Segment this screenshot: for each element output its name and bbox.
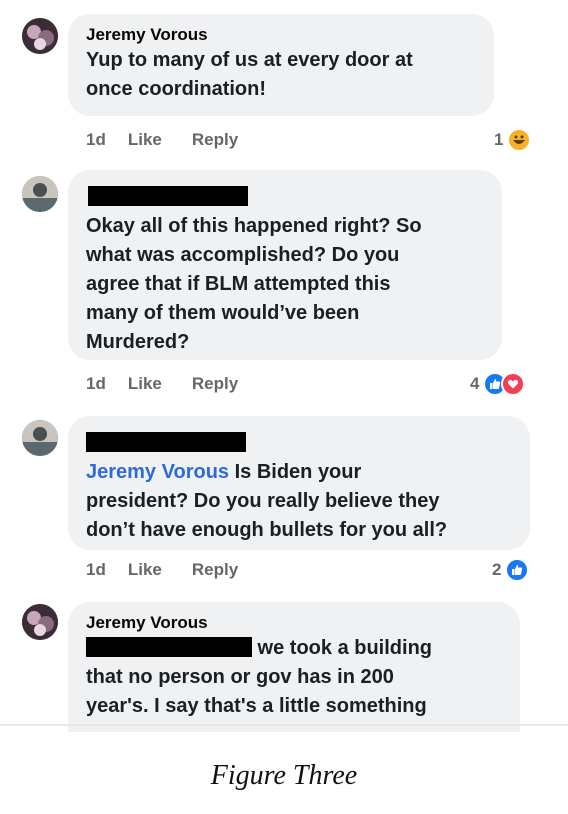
comment-text: Is Biden your bbox=[229, 461, 362, 483]
comment-text-line: that no person or gov has in 200 bbox=[86, 666, 394, 688]
comment-text-line: we took a building bbox=[86, 634, 504, 663]
comment-timestamp[interactable]: 1d bbox=[86, 374, 106, 394]
reaction-count: 1 bbox=[494, 130, 504, 149]
comment-text-line: Murdered? bbox=[86, 331, 190, 353]
redacted-author bbox=[86, 432, 246, 452]
comment-text-line: year's. I say that's a little something bbox=[86, 695, 427, 717]
love-icon bbox=[501, 372, 526, 396]
comment-timestamp[interactable]: 1d bbox=[86, 130, 106, 150]
comment-text-line: once coordination! bbox=[86, 78, 266, 100]
comment-actions: 1d Like Reply bbox=[86, 374, 238, 394]
reply-button[interactable]: Reply bbox=[192, 560, 238, 580]
comment-bubble: Jeremy Vorous we took a building that no… bbox=[68, 602, 520, 732]
reply-button[interactable]: Reply bbox=[192, 374, 238, 394]
comment-text-line: what was accomplished? Do you bbox=[86, 244, 400, 266]
reaction-count: 4 bbox=[470, 374, 480, 393]
avatar[interactable] bbox=[22, 420, 58, 456]
comment-text-line: many of them would’ve been bbox=[86, 302, 360, 324]
comment-text-line: Yup to many of us at every door at bbox=[86, 49, 413, 71]
like-button[interactable]: Like bbox=[128, 560, 162, 580]
avatar[interactable] bbox=[22, 604, 58, 640]
haha-icon bbox=[507, 128, 532, 152]
comment-author[interactable]: Jeremy Vorous bbox=[86, 24, 478, 46]
like-button[interactable]: Like bbox=[128, 374, 162, 394]
figure-caption: Figure Three bbox=[210, 760, 358, 791]
comment-text-line: Okay all of this happened right? So bbox=[86, 215, 422, 237]
reaction-summary[interactable]: 4 bbox=[470, 372, 526, 396]
reply-button[interactable]: Reply bbox=[192, 130, 238, 150]
comment-bubble: Jeremy Vorous Yup to many of us at every… bbox=[68, 14, 494, 116]
reaction-summary[interactable]: 1 bbox=[494, 128, 532, 152]
comment-actions: 1d Like Reply bbox=[86, 130, 238, 150]
avatar[interactable] bbox=[22, 18, 58, 54]
reaction-summary[interactable]: 2 bbox=[492, 558, 530, 582]
mention-link[interactable]: Jeremy Vorous bbox=[86, 461, 229, 483]
comment-text-line: Jeremy Vorous Is Biden your bbox=[86, 458, 514, 487]
avatar[interactable] bbox=[22, 176, 58, 212]
comment-text-line: agree that if BLM attempted this bbox=[86, 273, 391, 295]
redacted-mention bbox=[86, 637, 252, 657]
redacted-author bbox=[88, 186, 248, 206]
comment-text-line: don’t have enough bullets for you all? bbox=[86, 519, 448, 541]
comment-bubble: Jeremy Vorous Is Biden your president? D… bbox=[68, 416, 530, 550]
comment-text: we took a building bbox=[252, 637, 432, 659]
like-icon bbox=[505, 558, 530, 582]
comment-actions: 1d Like Reply bbox=[86, 560, 238, 580]
reaction-count: 2 bbox=[492, 560, 502, 579]
like-button[interactable]: Like bbox=[128, 130, 162, 150]
comment-author[interactable]: Jeremy Vorous bbox=[86, 612, 504, 634]
comment-text-line: president? Do you really believe they bbox=[86, 490, 440, 512]
comment-bubble: Okay all of this happened right? So what… bbox=[68, 170, 502, 360]
divider bbox=[0, 724, 568, 726]
comment-timestamp[interactable]: 1d bbox=[86, 560, 106, 580]
